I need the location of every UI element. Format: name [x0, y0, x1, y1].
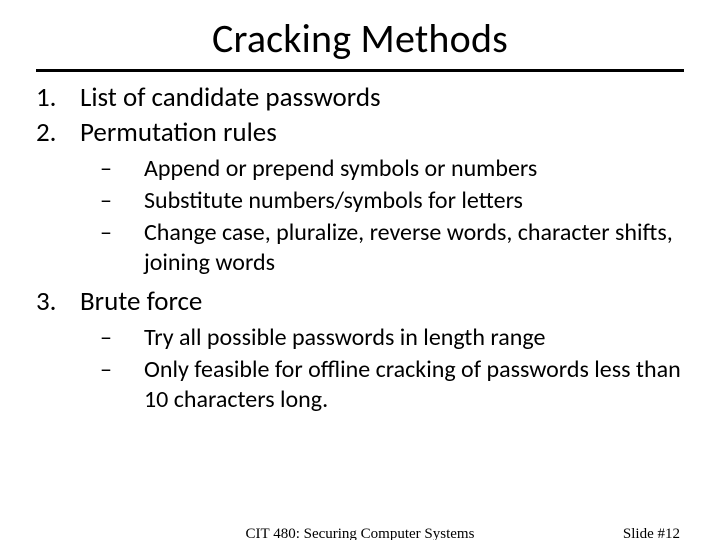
list-number: 1. [36, 82, 80, 115]
list-text: Permutation rules [80, 117, 277, 150]
top-list: 1. List of candidate passwords 2. Permut… [36, 82, 684, 150]
item-candidate-passwords: 1. List of candidate passwords [36, 82, 684, 115]
footer-slide-number: Slide #12 [623, 526, 680, 540]
list-item: – Append or prepend symbols or numbers [100, 154, 684, 184]
item-permutation-rules: 2. Permutation rules [36, 117, 684, 150]
footer-course: CIT 480: Securing Computer Systems [0, 526, 720, 540]
list-text: Only feasible for offline cracking of pa… [144, 355, 684, 415]
list-number: 2. [36, 117, 80, 150]
list-item: – Only feasible for offline cracking of … [100, 355, 684, 415]
list-text: Brute force [80, 286, 202, 319]
permutation-sublist: – Append or prepend symbols or numbers –… [100, 154, 684, 278]
slide-title: Cracking Methods [0, 0, 720, 69]
bullet-dash-icon: – [100, 355, 144, 385]
list-item: – Change case, pluralize, reverse words,… [100, 218, 684, 278]
brute-force-sublist: – Try all possible passwords in length r… [100, 323, 684, 415]
slide: Cracking Methods 1. List of candidate pa… [0, 0, 720, 540]
bullet-dash-icon: – [100, 218, 144, 248]
bullet-dash-icon: – [100, 154, 144, 184]
title-underline [36, 69, 684, 72]
slide-body: 1. List of candidate passwords 2. Permut… [0, 82, 720, 415]
list-text: Substitute numbers/symbols for letters [144, 186, 684, 216]
list-text: Try all possible passwords in length ran… [144, 323, 684, 353]
list-text: List of candidate passwords [80, 82, 381, 115]
top-list-cont: 3. Brute force [36, 286, 684, 319]
item-brute-force: 3. Brute force [36, 286, 684, 319]
list-item: – Substitute numbers/symbols for letters [100, 186, 684, 216]
list-text: Change case, pluralize, reverse words, c… [144, 218, 684, 278]
list-text: Append or prepend symbols or numbers [144, 154, 684, 184]
bullet-dash-icon: – [100, 186, 144, 216]
list-item: – Try all possible passwords in length r… [100, 323, 684, 353]
bullet-dash-icon: – [100, 323, 144, 353]
list-number: 3. [36, 286, 80, 319]
